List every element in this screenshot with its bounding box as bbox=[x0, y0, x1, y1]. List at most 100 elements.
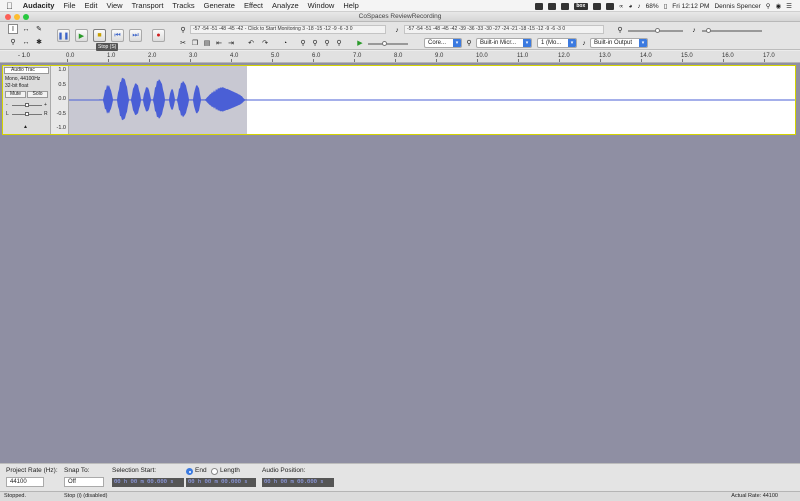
scale-label: -1.0 bbox=[56, 125, 66, 131]
record-volume-slider[interactable] bbox=[628, 28, 683, 33]
selection-end-time[interactable]: 00 h 00 m 00.000 s bbox=[186, 478, 256, 487]
snap-to-value: Off bbox=[68, 479, 76, 485]
menu-edit[interactable]: Edit bbox=[85, 1, 98, 10]
status-app-icon[interactable] bbox=[592, 2, 601, 10]
track-name-button[interactable]: Audio Trac bbox=[4, 67, 49, 74]
ruler-tick-mark bbox=[190, 59, 191, 62]
silence-icon[interactable]: ⇥ bbox=[226, 38, 236, 48]
multi-tool-icon[interactable]: ✱ bbox=[34, 37, 44, 47]
volume-icon[interactable]: ♪ bbox=[637, 3, 640, 10]
fit-project-icon[interactable]: ⚲ bbox=[334, 38, 344, 48]
input-device-select[interactable]: Built-in Micr... ▾ bbox=[476, 38, 532, 48]
menu-window[interactable]: Window bbox=[308, 1, 335, 10]
audio-track[interactable]: × Audio Trac Mono, 44100Hz 32-bit float … bbox=[2, 65, 796, 135]
clock[interactable]: Fri 12:12 PM bbox=[672, 3, 709, 10]
menu-analyze[interactable]: Analyze bbox=[272, 1, 299, 10]
selection-tool-icon[interactable]: I bbox=[8, 24, 18, 34]
undo-icon[interactable]: ↶ bbox=[246, 38, 256, 48]
mute-button[interactable]: Mute bbox=[5, 91, 26, 98]
trim-icon[interactable]: ⇤ bbox=[214, 38, 224, 48]
pan-left-label: L bbox=[6, 111, 9, 117]
microphone-icon[interactable]: ⚲ bbox=[178, 25, 188, 35]
skip-to-end-button[interactable]: ⏭ bbox=[129, 29, 142, 42]
zoom-in-icon[interactable]: ⚲ bbox=[298, 38, 308, 48]
zoom-out-icon[interactable]: ⚲ bbox=[310, 38, 320, 48]
playback-volume-slider[interactable] bbox=[702, 28, 762, 33]
draw-tool-icon[interactable]: ✎ bbox=[34, 24, 44, 34]
pause-button[interactable]: ❚❚ bbox=[57, 29, 70, 42]
ruler-tick-mark bbox=[641, 59, 642, 62]
collapse-track-icon[interactable]: ▲ bbox=[23, 124, 28, 130]
chevron-down-icon: ▾ bbox=[453, 39, 461, 47]
ruler-tick-mark bbox=[149, 59, 150, 62]
cut-icon[interactable]: ✂ bbox=[178, 38, 188, 48]
box-sync-icon[interactable]: box bbox=[573, 2, 588, 10]
stop-button[interactable]: ■ bbox=[93, 29, 106, 42]
app-name-menu[interactable]: Audacity bbox=[23, 1, 55, 10]
play-speed-slider[interactable] bbox=[368, 41, 408, 46]
audio-host-select[interactable]: Core... ▾ bbox=[424, 38, 462, 48]
toolbars: I ↔ ✎ ⚲ ↔ ✱ ❚❚ ▶ ■ ⏮ ⏭ ● ⚲ -57 -54 -51 -… bbox=[0, 22, 800, 50]
slider-knob[interactable] bbox=[706, 28, 711, 33]
slider-knob[interactable] bbox=[655, 28, 660, 33]
status-app-icon[interactable] bbox=[547, 2, 556, 10]
gain-slider[interactable] bbox=[12, 103, 42, 107]
end-radio[interactable] bbox=[186, 468, 193, 475]
pan-slider[interactable] bbox=[12, 112, 42, 116]
vertical-scale[interactable]: 1.0 0.5 0.0 -0.5 -1.0 bbox=[51, 66, 69, 134]
slider-knob[interactable] bbox=[25, 112, 29, 116]
copy-icon[interactable]: ❐ bbox=[190, 38, 200, 48]
play-at-speed-icon[interactable]: ▶ bbox=[355, 38, 365, 48]
snap-to-select[interactable]: Off bbox=[64, 477, 104, 487]
user-name[interactable]: Dennis Spencer bbox=[714, 3, 760, 10]
timeline-ruler[interactable]: - 1.0 0.0 1.0 2.0 3.0 4.0 5.0 6.0 7.0 8.0 9.0 10.0… bbox=[0, 51, 800, 63]
time-shift-tool-icon[interactable]: ↔ bbox=[21, 37, 31, 47]
slider-knob[interactable] bbox=[382, 41, 387, 46]
recording-meter[interactable]: -57 -54 -51 -48 -45 -42 - Click to Start… bbox=[190, 25, 386, 34]
audio-position-time[interactable]: 00 h 00 m 00.000 s bbox=[262, 478, 334, 487]
menu-view[interactable]: View bbox=[106, 1, 122, 10]
input-channels-select[interactable]: 1 (Mo... ▾ bbox=[537, 38, 577, 48]
battery-percent[interactable]: 68% bbox=[646, 3, 659, 10]
zoom-tool-icon[interactable]: ⚲ bbox=[8, 37, 18, 47]
solo-button[interactable]: Solo bbox=[27, 91, 48, 98]
ruler-tick-mark bbox=[436, 59, 437, 62]
skip-to-start-button[interactable]: ⏮ bbox=[111, 29, 124, 42]
menu-tracks[interactable]: Tracks bbox=[172, 1, 194, 10]
spotlight-icon[interactable]: ⚲ bbox=[766, 2, 771, 10]
menu-transport[interactable]: Transport bbox=[132, 1, 164, 10]
input-channels-value: 1 (Mo... bbox=[541, 40, 562, 46]
sync-lock-icon[interactable]: ◔ bbox=[280, 38, 290, 48]
play-button[interactable]: ▶ bbox=[75, 29, 88, 42]
envelope-tool-icon[interactable]: ↔ bbox=[21, 24, 31, 34]
status-bar: Stopped. Stop (i) (disabled) Actual Rate… bbox=[0, 491, 800, 501]
project-rate-combo[interactable]: 44100 bbox=[6, 477, 44, 487]
speaker-icon[interactable]: ♪ bbox=[392, 25, 402, 35]
redo-icon[interactable]: ↷ bbox=[260, 38, 270, 48]
status-app-icon[interactable] bbox=[534, 2, 543, 10]
menu-generate[interactable]: Generate bbox=[204, 1, 235, 10]
fit-selection-icon[interactable]: ⚲ bbox=[322, 38, 332, 48]
menu-effect[interactable]: Effect bbox=[244, 1, 263, 10]
paste-icon[interactable]: ▤ bbox=[202, 38, 212, 48]
status-app-icon[interactable] bbox=[560, 2, 569, 10]
battery-icon[interactable]: ▯ bbox=[664, 2, 668, 10]
track-panel[interactable]: × Audio Trac Mono, 44100Hz 32-bit float … bbox=[0, 63, 800, 463]
slider-knob[interactable] bbox=[25, 103, 29, 107]
selection-start-time[interactable]: 00 h 00 m 00.000 s bbox=[112, 478, 184, 487]
wifi-icon[interactable]: ◕ bbox=[628, 3, 632, 10]
ruler-tick-mark bbox=[477, 59, 478, 62]
notification-center-icon[interactable]: ☰ bbox=[786, 2, 792, 10]
bluetooth-icon[interactable]: ∝ bbox=[619, 2, 624, 10]
length-radio[interactable] bbox=[211, 468, 218, 475]
record-button[interactable]: ● bbox=[152, 29, 165, 42]
playback-meter[interactable]: -57 -54 -51 -48 -45 -42 -39 -36 -33 -30 … bbox=[404, 25, 604, 34]
siri-icon[interactable]: ◉ bbox=[776, 2, 782, 10]
audio-position-label: Audio Position: bbox=[262, 467, 306, 474]
output-device-select[interactable]: Built-in Output ▾ bbox=[590, 38, 648, 48]
menu-help[interactable]: Help bbox=[343, 1, 358, 10]
status-app-icon[interactable] bbox=[605, 2, 614, 10]
menu-file[interactable]: File bbox=[63, 1, 75, 10]
waveform-area[interactable] bbox=[69, 66, 795, 134]
apple-menu-icon[interactable]:  bbox=[6, 1, 13, 11]
